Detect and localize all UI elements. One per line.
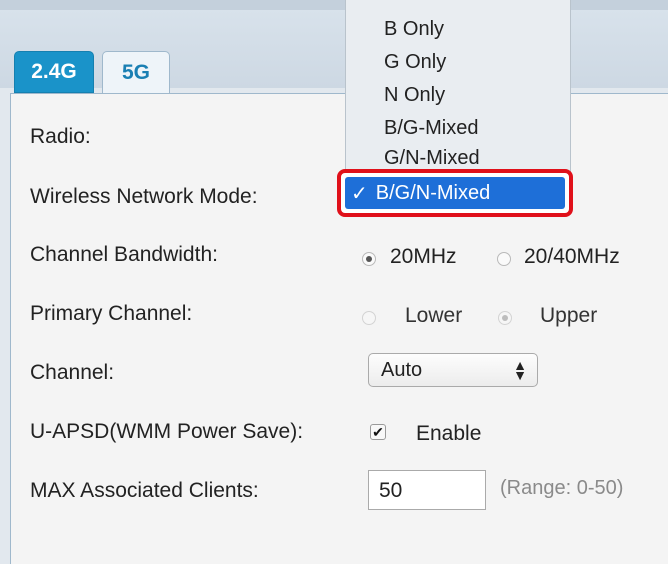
channel-select-value: Auto — [381, 358, 423, 381]
tab-5g[interactable]: 5G — [102, 51, 170, 93]
mode-option-bgn-mixed-highlight[interactable]: ✓ B/G/N-Mixed — [337, 169, 573, 217]
mode-option-gn-mixed[interactable]: G/N-Mixed — [384, 147, 480, 170]
tab-5g-label: 5G — [121, 60, 150, 84]
uapsd-enable-checkbox[interactable]: ✔ — [370, 424, 386, 440]
bandwidth-20-40mhz-label: 20/40MHz — [524, 245, 620, 268]
max-clients-value: 50 — [379, 479, 403, 502]
checkmark-icon: ✓ — [351, 182, 368, 205]
tab-2-4g[interactable]: 2.4G — [14, 51, 94, 93]
mode-option-b-only[interactable]: B Only — [384, 18, 444, 41]
primary-channel-lower-label: Lower — [405, 304, 463, 327]
select-arrows-icon: ▲ ▼ — [513, 357, 527, 383]
bandwidth-20-40mhz-radio[interactable] — [497, 252, 511, 266]
bandwidth-20mhz-radio[interactable] — [362, 252, 376, 266]
max-clients-range-hint: (Range: 0-50) — [500, 477, 624, 499]
mode-option-g-only[interactable]: G Only — [384, 51, 446, 74]
channel-bandwidth-label: Channel Bandwidth: — [30, 243, 218, 266]
mode-option-bg-mixed[interactable]: B/G-Mixed — [384, 117, 478, 140]
mode-option-bgn-mixed-label: B/G/N-Mixed — [375, 181, 491, 204]
radio-label: Radio: — [30, 125, 91, 148]
uapsd-enable-label: Enable — [416, 422, 482, 445]
mode-option-n-only[interactable]: N Only — [384, 84, 445, 107]
primary-channel-lower-radio[interactable] — [362, 311, 376, 325]
primary-channel-upper-label: Upper — [540, 304, 598, 327]
channel-label: Channel: — [30, 361, 115, 384]
bandwidth-20mhz-label: 20MHz — [390, 245, 457, 268]
mode-option-bgn-mixed[interactable]: ✓ B/G/N-Mixed — [345, 177, 565, 209]
max-clients-label: MAX Associated Clients: — [30, 479, 259, 502]
primary-channel-label: Primary Channel: — [30, 302, 193, 325]
max-clients-input[interactable]: 50 — [368, 470, 486, 510]
uapsd-label: U-APSD(WMM Power Save): — [30, 420, 304, 443]
primary-channel-upper-radio[interactable] — [498, 311, 512, 325]
tab-2-4g-label: 2.4G — [31, 60, 77, 83]
wireless-mode-label: Wireless Network Mode: — [30, 185, 258, 208]
channel-select[interactable]: Auto ▲ ▼ — [368, 353, 538, 387]
